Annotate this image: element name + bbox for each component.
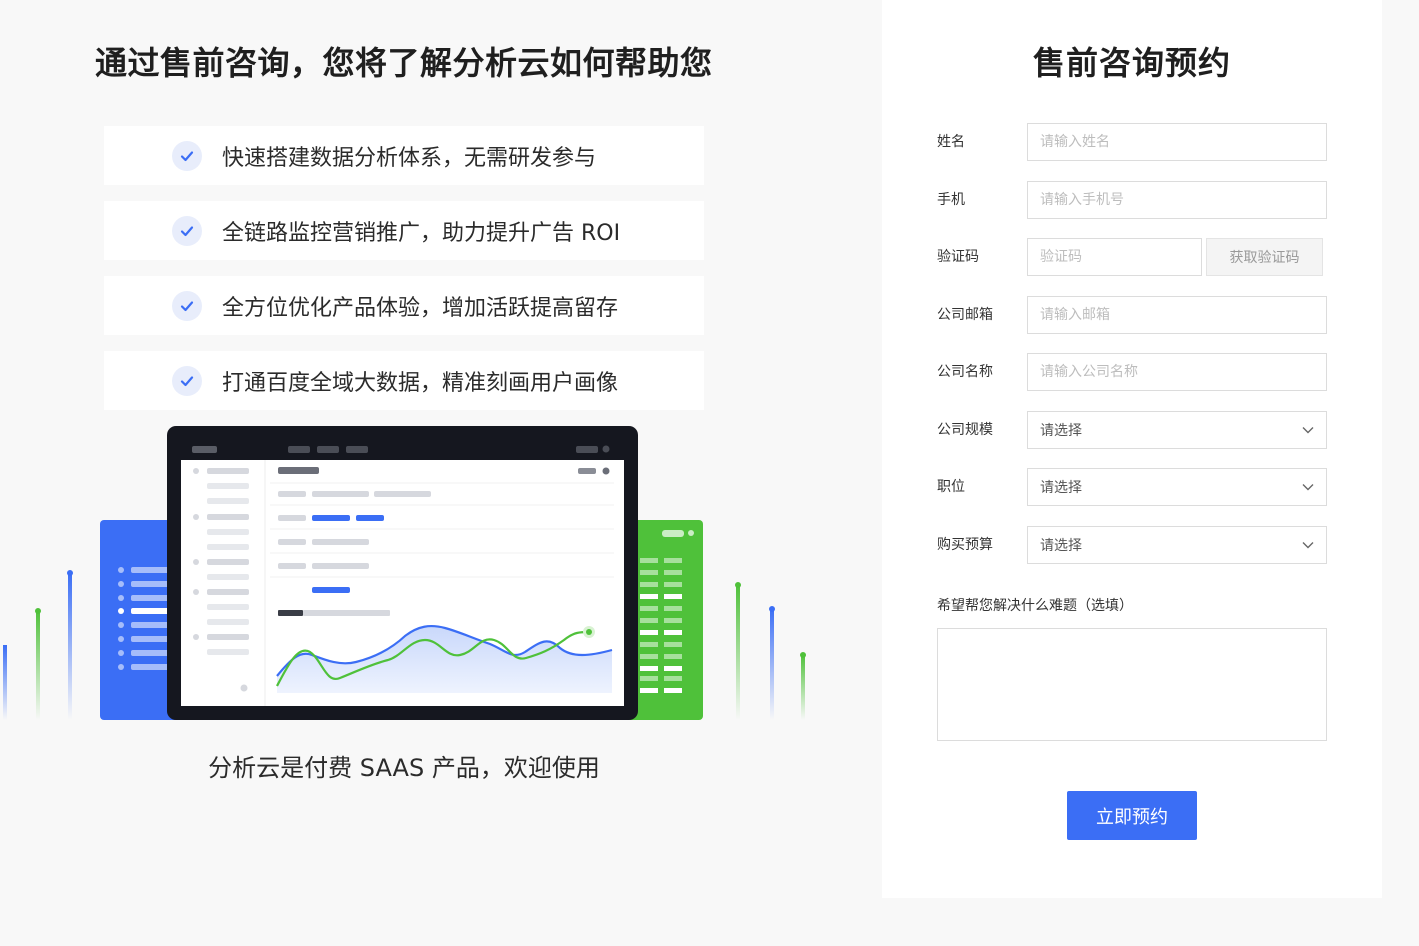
position-label: 职位	[937, 479, 965, 495]
benefit-text: 快速搭建数据分析体系，无需研发参与	[222, 145, 597, 171]
budget-select[interactable]: 请选择	[1027, 526, 1327, 564]
form-title: 售前咨询预约	[1032, 44, 1231, 82]
chevron-down-icon	[1302, 484, 1314, 491]
check-icon	[172, 215, 202, 246]
company-label: 公司名称	[937, 364, 993, 380]
phone-input[interactable]	[1027, 181, 1327, 219]
size-select[interactable]: 请选择	[1027, 411, 1327, 449]
check-icon	[172, 140, 202, 171]
tagline: 分析云是付费 SAAS 产品，欢迎使用	[208, 754, 600, 782]
name-input[interactable]	[1027, 123, 1327, 161]
problem-label: 希望帮您解决什么难题（选填）	[937, 598, 1133, 614]
chevron-down-icon	[1302, 427, 1314, 434]
size-label: 公司规模	[937, 422, 993, 438]
benefit-item: 全链路监控营销推广，助力提升广告 ROI	[104, 201, 704, 260]
position-row: 职位 请选择	[937, 468, 1327, 506]
benefit-item: 打通百度全域大数据，精准刻画用户画像	[104, 351, 704, 410]
size-select-value: 请选择	[1040, 423, 1082, 439]
name-label: 姓名	[937, 134, 965, 150]
headline: 通过售前咨询，您将了解分析云如何帮助您	[95, 44, 713, 82]
code-label: 验证码	[937, 249, 979, 265]
submit-button[interactable]: 立即预约	[1067, 791, 1197, 840]
size-row: 公司规模 请选择	[937, 411, 1327, 449]
email-input[interactable]	[1027, 296, 1327, 334]
company-row: 公司名称	[937, 353, 1327, 391]
benefit-text: 打通百度全域大数据，精准刻画用户画像	[222, 370, 619, 396]
code-row: 验证码 获取验证码	[937, 238, 1327, 276]
company-input[interactable]	[1027, 353, 1327, 391]
dashboard-illustration	[3, 426, 806, 720]
code-input[interactable]	[1027, 238, 1202, 276]
phone-row: 手机	[937, 181, 1327, 219]
budget-select-value: 请选择	[1040, 538, 1082, 554]
benefit-text: 全方位优化产品体验，增加活跃提高留存	[222, 295, 619, 321]
benefit-item: 快速搭建数据分析体系，无需研发参与	[104, 126, 704, 185]
chevron-down-icon	[1302, 542, 1314, 549]
problem-textarea[interactable]	[937, 628, 1327, 741]
booking-form: 售前咨询预约 姓名 手机 验证码 获取验证码 公司邮箱 公司名称 公司规模 请选…	[882, 0, 1382, 898]
budget-label: 购买预算	[937, 537, 993, 553]
phone-label: 手机	[937, 192, 965, 208]
get-code-button[interactable]: 获取验证码	[1206, 238, 1323, 276]
budget-row: 购买预算 请选择	[937, 526, 1327, 564]
check-icon	[172, 365, 202, 396]
left-panel: 通过售前咨询，您将了解分析云如何帮助您 快速搭建数据分析体系，无需研发参与 全链…	[0, 0, 880, 946]
check-icon	[172, 290, 202, 321]
benefit-list: 快速搭建数据分析体系，无需研发参与 全链路监控营销推广，助力提升广告 ROI 全…	[104, 126, 704, 426]
email-label: 公司邮箱	[937, 307, 993, 323]
email-row: 公司邮箱	[937, 296, 1327, 334]
benefit-text: 全链路监控营销推广，助力提升广告 ROI	[222, 220, 621, 246]
name-row: 姓名	[937, 123, 1327, 161]
benefit-item: 全方位优化产品体验，增加活跃提高留存	[104, 276, 704, 335]
position-select-value: 请选择	[1040, 480, 1082, 496]
position-select[interactable]: 请选择	[1027, 468, 1327, 506]
